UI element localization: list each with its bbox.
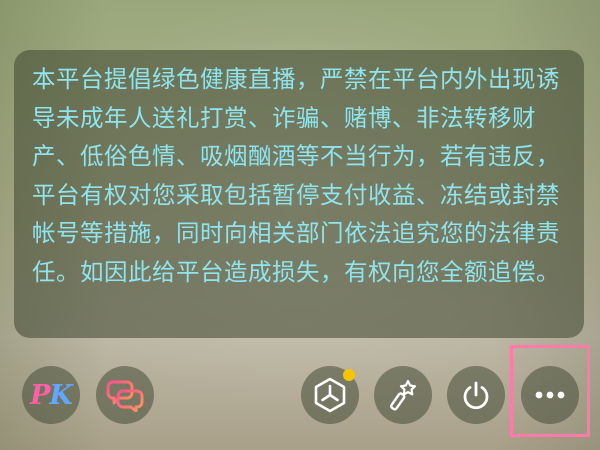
beauty-button[interactable] bbox=[374, 366, 432, 424]
hexagon-menu-icon bbox=[314, 377, 346, 413]
power-icon bbox=[463, 381, 489, 410]
chat-link-icon bbox=[106, 380, 144, 412]
pk-button[interactable]: PK bbox=[22, 366, 80, 424]
platform-notice-card: 本平台提倡绿色健康直播，严禁在平台内外出现诱导未成年人送礼打赏、诈骗、赌博、非法… bbox=[14, 50, 584, 338]
platform-notice-text: 本平台提倡绿色健康直播，严禁在平台内外出现诱导未成年人送礼打赏、诈骗、赌博、非法… bbox=[32, 65, 560, 286]
link-mic-button[interactable] bbox=[96, 366, 154, 424]
power-button[interactable] bbox=[447, 366, 505, 424]
more-button-highlight bbox=[510, 345, 590, 437]
pk-icon: PK bbox=[30, 379, 73, 411]
new-feature-badge bbox=[343, 369, 355, 381]
tools-button[interactable] bbox=[301, 366, 359, 424]
magic-wand-icon bbox=[389, 379, 417, 411]
